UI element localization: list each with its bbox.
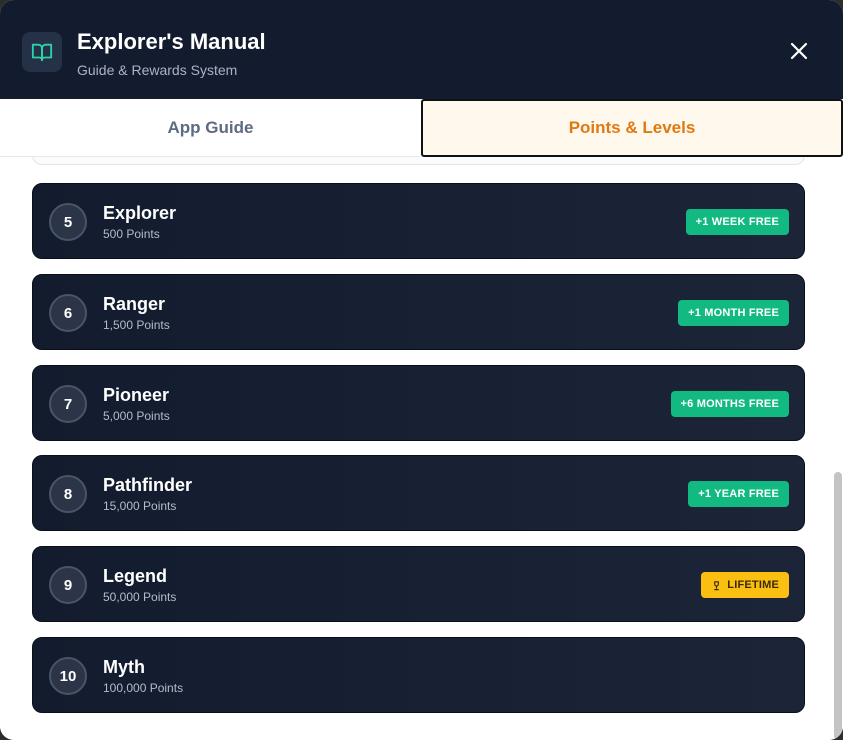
level-card: 9 Legend 50,000 Points LIFETIME [32,546,805,622]
level-name: Ranger [103,294,166,314]
level-points: 100,000 Points [103,681,184,695]
reward-badge: +1 MONTH FREE [678,300,789,326]
close-icon [790,42,808,60]
level-name: Myth [103,657,145,677]
level-number-badge: 9 [49,566,87,604]
trophy-icon [714,580,720,590]
level-number-badge: 7 [49,385,87,423]
explorers-manual-modal: Explorer's Manual Guide & Rewards System… [0,0,843,740]
levels-list[interactable]: 5 Explorer 500 Points +1 WEEK FREE 6 Ran… [0,157,843,740]
modal-subtitle: Guide & Rewards System [77,62,238,78]
level-name: Legend [103,566,168,586]
level-points: 5,000 Points [103,409,170,423]
reward-label: LIFETIME [727,579,779,591]
modal-header: Explorer's Manual Guide & Rewards System [0,0,843,99]
level-name: Explorer [103,203,177,223]
book-open-icon [22,32,62,72]
reward-badge: +1 WEEK FREE [685,209,789,235]
tab-points-levels[interactable]: Points & Levels [421,99,843,157]
level-name: Pathfinder [103,475,193,495]
close-button[interactable] [785,37,813,65]
level-name: Pioneer [103,385,170,405]
tab-bar: App Guide Points & Levels [0,99,843,157]
level-card: 7 Pioneer 5,000 Points +6 MONTHS FREE [32,365,805,441]
level-card: 10 Myth 100,000 Points [32,637,805,713]
reward-badge-lifetime: LIFETIME [701,572,789,598]
level-card-partial [32,157,805,165]
level-points: 15,000 Points [103,499,177,513]
level-points: 1,500 Points [103,318,170,332]
modal-title: Explorer's Manual [77,29,266,54]
level-number-badge: 10 [49,657,87,695]
level-card: 5 Explorer 500 Points +1 WEEK FREE [32,183,805,259]
level-points: 500 Points [103,227,160,241]
level-number-badge: 6 [49,294,87,332]
level-number-badge: 5 [49,203,87,241]
tab-app-guide[interactable]: App Guide [0,99,421,157]
level-card: 6 Ranger 1,500 Points +1 MONTH FREE [32,274,805,350]
scrollbar-thumb[interactable] [834,472,842,740]
reward-badge: +1 YEAR FREE [688,481,789,507]
level-number-badge: 8 [49,475,87,513]
level-card: 8 Pathfinder 15,000 Points +1 YEAR FREE [32,455,805,531]
level-points: 50,000 Points [103,590,177,604]
reward-badge: +6 MONTHS FREE [670,391,789,417]
